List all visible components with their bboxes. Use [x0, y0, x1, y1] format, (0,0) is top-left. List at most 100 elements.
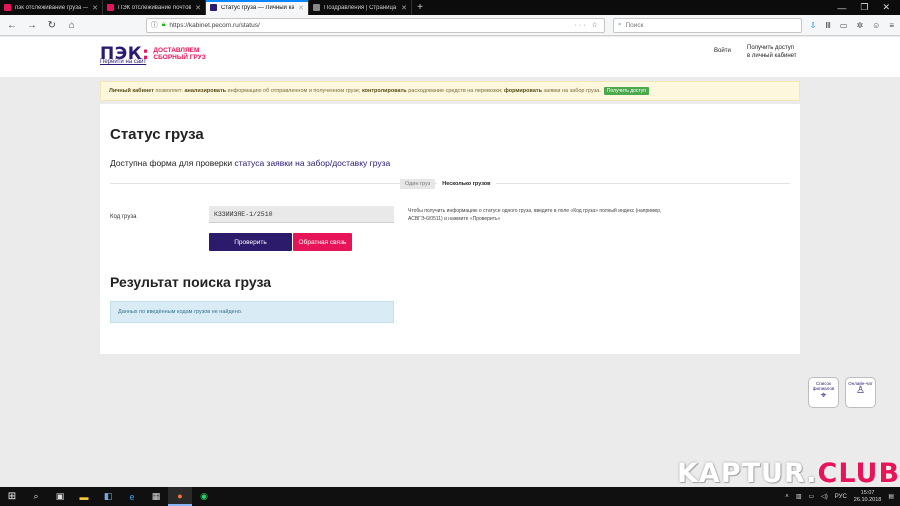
cargo-code-hint: Чтобы получить информацию о статусе одно… [408, 208, 662, 222]
cargo-code-label: Код груза [110, 214, 137, 220]
minimize-icon[interactable]: — [837, 3, 846, 13]
extension-icon[interactable]: ✲ [856, 21, 863, 30]
get-access-link[interactable]: Получить доступ в личный кабинет [747, 44, 803, 60]
sidebar-icon[interactable]: ▭ [840, 21, 848, 30]
toolbar-icons: ⇩ Ⅲ ▭ ✲ ☺ ≡ [810, 21, 894, 30]
notice-strong-4: формировать [503, 88, 542, 94]
window-controls: — ❐ ✕ [837, 0, 900, 15]
forward-icon[interactable]: → [26, 20, 38, 31]
browser-tab-1[interactable]: пэк отслеживание груза — Я ✕ [0, 0, 103, 15]
browser-tab-title: пэк отслеживание груза — Я [15, 4, 89, 11]
taskbar-app-network[interactable]: ◧ [96, 487, 120, 506]
battery-icon[interactable]: ▭ [808, 493, 814, 500]
firefox-icon: ● [177, 490, 183, 501]
network-icon[interactable]: ▥ [796, 493, 802, 500]
tab-multiple-cargo[interactable]: Несколько грузов [437, 179, 496, 189]
search-placeholder: Поиск [625, 21, 644, 29]
back-icon[interactable]: ← [6, 20, 18, 31]
tab-single-cargo[interactable]: Один груз [400, 179, 436, 189]
online-chat-button[interactable]: Онлайн-чат ♙ [845, 377, 876, 408]
whatsapp-icon: ◉ [200, 491, 208, 501]
clock-time: 15:07 [860, 489, 875, 496]
url-text[interactable]: https://kabinet.pecom.ru/status/ [169, 22, 570, 29]
page-actions-icon[interactable]: ··· ☆ [575, 21, 600, 29]
notice-text-3: расходование средств на перевозки; [406, 88, 504, 94]
close-tab-icon[interactable]: ✕ [298, 4, 304, 12]
info-icon[interactable]: ⓘ [151, 20, 158, 30]
result-title: Результат поиска груза [110, 274, 272, 290]
browser-tab-4[interactable]: Поздравления | Страница 458 ✕ [309, 0, 412, 15]
menu-icon[interactable]: ≡ [889, 21, 894, 30]
notice-text-4: заявки на забор груза. [541, 88, 601, 94]
new-tab-button[interactable]: + [412, 0, 428, 15]
notice-strong-3: контролировать [362, 88, 407, 94]
browser-tab-2[interactable]: ПЭК отслеживание почтовых ✕ [103, 0, 206, 15]
maximize-icon[interactable]: ❐ [860, 2, 868, 13]
slogan-line-2: СБОРНЫЙ ГРУЗ [153, 54, 206, 61]
notifications-icon[interactable]: ▤ [888, 493, 894, 500]
slogan-line-1: ДОСТАВЛЯЕМ [153, 47, 200, 54]
mode-tabs: Один груз Несколько грузов [400, 179, 496, 189]
site-favicon-icon [313, 4, 320, 11]
goto-site-link[interactable]: Перейти на сайт [100, 59, 146, 65]
check-button[interactable]: Проверить [209, 233, 292, 251]
volume-icon[interactable]: ◁) [821, 493, 828, 500]
close-window-icon[interactable]: ✕ [882, 2, 890, 13]
pecom-favicon-icon [210, 4, 217, 11]
home-icon[interactable]: ⌂ [66, 20, 78, 31]
lock-icon[interactable]: 🔒︎ [162, 21, 166, 29]
url-bar[interactable]: ⓘ 🔒︎ https://kabinet.pecom.ru/status/ ··… [145, 17, 605, 33]
logo-slogan: ДОСТАВЛЯЕМ СБОРНЫЙ ГРУЗ [153, 47, 205, 61]
close-tab-icon[interactable]: ✕ [92, 4, 98, 12]
login-link[interactable]: Войти [714, 48, 731, 54]
taskbar-explorer[interactable]: ▬ [72, 487, 96, 506]
taskbar-whatsapp[interactable]: ◉ [192, 487, 216, 506]
watermark-right: CLUB [817, 458, 900, 489]
input-language[interactable]: РУС [835, 494, 847, 500]
browser-tab-title: ПЭК отслеживание почтовых [118, 4, 192, 11]
browser-tab-3[interactable]: Статус груза — Личный кабин ✕ [206, 0, 309, 15]
system-tray: ˄ ▥ ▭ ◁) РУС 15:07 26.10.2018 ▤ [785, 490, 900, 504]
notice-strong-2: анализировать [184, 88, 227, 94]
get-access-line-2: в личный кабинет [747, 53, 797, 59]
search-bar[interactable]: ⌕ Поиск [612, 17, 802, 33]
browser-tab-title: Статус груза — Личный кабин [221, 4, 295, 11]
folder-icon: ▬ [79, 491, 89, 502]
watermark-left: KAPTUR. [677, 458, 818, 489]
network-app-icon: ◧ [103, 491, 113, 501]
windows-logo-icon: ⊞ [7, 491, 17, 502]
tray-chevron-icon[interactable]: ˄ [785, 494, 789, 500]
page-title: Статус груза [110, 126, 204, 143]
task-view-icon: ▣ [55, 491, 65, 501]
get-access-badge[interactable]: Получить доступ [603, 87, 649, 95]
library-icon[interactable]: Ⅲ [825, 21, 831, 30]
branches-list-button[interactable]: Список филиалов ⌖ [808, 377, 839, 408]
clock-date: 26.10.2018 [853, 496, 882, 503]
notice-text-1: позволяет: [153, 88, 185, 94]
taskbar-ie[interactable]: e [120, 487, 144, 506]
notice-strong-1: Личный кабинет [109, 88, 154, 94]
status-panel: Статус груза Доступна форма для проверки… [100, 104, 800, 354]
feedback-button[interactable]: Обратная связь [293, 233, 352, 251]
get-access-line-1: Получить доступ [747, 45, 794, 51]
cargo-code-input[interactable]: КЗЗИИЗЯЕ-1/2510 [209, 206, 394, 223]
clock[interactable]: 15:07 26.10.2018 [854, 490, 882, 504]
close-tab-icon[interactable]: ✕ [401, 4, 407, 12]
download-icon[interactable]: ⇩ [810, 21, 817, 30]
task-view-button[interactable]: ▣ [48, 487, 72, 506]
close-tab-icon[interactable]: ✕ [195, 4, 201, 12]
windows-taskbar: ⊞ ⌕ ▣ ▬ ◧ e ▦ ● ◉ ˄ ▥ ▭ ◁) РУС 15:07 26.1… [0, 487, 900, 506]
taskbar-firefox[interactable]: ● [168, 487, 192, 506]
taskbar-calculator[interactable]: ▦ [144, 487, 168, 506]
browser-tab-strip: пэк отслеживание груза — Я ✕ ПЭК отслежи… [0, 0, 900, 15]
reload-icon[interactable]: ↻ [46, 20, 58, 31]
start-button[interactable]: ⊞ [0, 487, 24, 506]
no-results-alert: Данных по введённым кодам грузов не найд… [110, 301, 394, 323]
subtitle-prefix: Доступна форма для проверки [110, 158, 235, 168]
ie-icon: e [129, 491, 135, 502]
taskbar-search[interactable]: ⌕ [24, 487, 48, 506]
browser-tab-title: Поздравления | Страница 458 [324, 4, 397, 11]
calculator-icon: ▦ [151, 491, 161, 501]
search-icon: ⌕ [617, 21, 622, 28]
sync-icon[interactable]: ☺ [872, 21, 880, 30]
